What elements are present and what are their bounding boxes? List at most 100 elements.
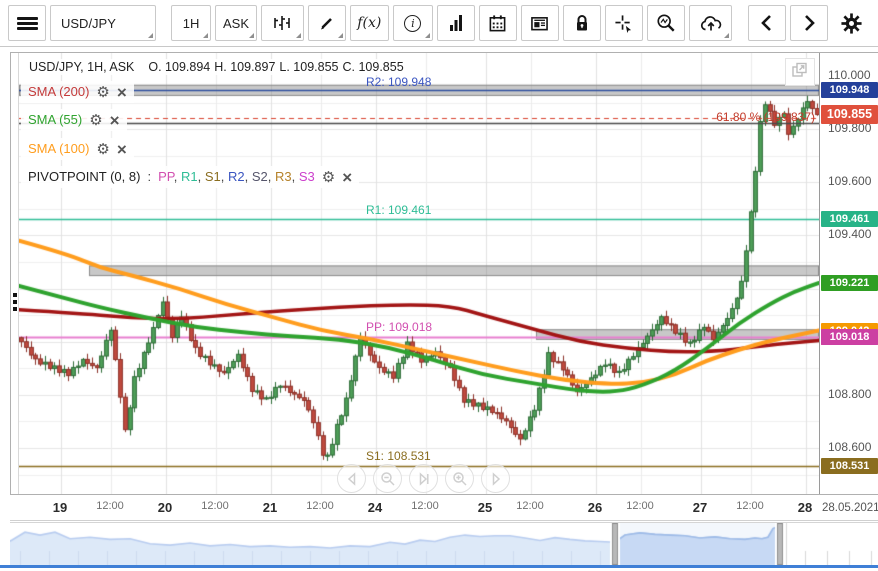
fx-label: f(x) (357, 15, 381, 31)
chart-canvas[interactable] (19, 53, 819, 494)
price-axis[interactable]: 110.000109.800109.600109.400108.800108.6… (819, 53, 878, 494)
calendar-button[interactable] (479, 5, 517, 41)
price-tick: 108.800 (828, 387, 871, 401)
magnifier-icon (656, 13, 676, 33)
zoom-in-button[interactable] (445, 464, 474, 493)
ohlc-high: H. 109.897 (214, 60, 275, 74)
legend-sma55-label: SMA (55) (28, 109, 82, 131)
level-label-fib: 61.80 % (109.837) (716, 110, 815, 124)
level-label-pp: PP: 109.018 (366, 320, 432, 334)
info-button[interactable]: i (393, 5, 433, 41)
ohlc-readout: USD/JPY, 1H, ASK O. 109.894 H. 109.897 L. 1… (25, 59, 412, 75)
volume-button[interactable] (437, 5, 475, 41)
time-tick: 25 (478, 500, 492, 515)
pan-left-button[interactable] (337, 464, 366, 493)
legend-pivot-separator: : (147, 166, 151, 188)
cloud-save-button[interactable] (689, 5, 732, 41)
indicators-button[interactable]: f(x) (350, 5, 390, 41)
navigator-canvas[interactable] (10, 523, 878, 565)
level-label-r2: R2: 109.948 (366, 75, 431, 89)
pivot-series-comma: , (221, 169, 228, 184)
pivot-series-r3: R3 (275, 169, 292, 184)
pivot-series-comma: , (268, 169, 275, 184)
gear-icon (840, 12, 863, 35)
news-icon (530, 15, 549, 32)
bottom-accent-bar (0, 565, 878, 568)
toolbar: USD/JPY 1H ASK (0, 0, 878, 47)
chart-type-button[interactable] (261, 5, 303, 41)
pivot-series-comma: , (292, 169, 299, 184)
zoom-out-button[interactable] (373, 464, 402, 493)
price-tick: 108.600 (828, 440, 871, 454)
pivot-series-s2: S2 (252, 169, 268, 184)
timeframe-label: 1H (183, 16, 200, 31)
time-tick: 20 (158, 500, 172, 515)
popout-button[interactable] (785, 58, 815, 86)
panel-drag-strip[interactable] (11, 53, 19, 494)
news-button[interactable] (521, 5, 559, 41)
hamburger-icon (17, 15, 38, 32)
price-badge: 109.221 (821, 275, 878, 291)
ohlc-context: USD/JPY, 1H, ASK (29, 60, 134, 74)
price-tick: 109.600 (828, 174, 871, 188)
close-icon[interactable]: × (117, 141, 127, 158)
ohlc-low: L. 109.855 (279, 60, 338, 74)
ohlc-open: O. 109.894 (148, 60, 210, 74)
play-right-button[interactable] (481, 464, 510, 493)
time-tick: 19 (53, 500, 67, 515)
gear-icon[interactable]: ⚙ (322, 170, 335, 185)
legend-pivot-label: PIVOTPOINT (0, 8) (28, 166, 140, 188)
close-icon[interactable]: × (110, 112, 120, 129)
gear-icon[interactable]: ⚙ (89, 113, 102, 128)
level-label-s1: S1: 108.531 (366, 449, 431, 463)
legend-pivot-series: PP, R1, S1, R2, S2, R3, S3 (158, 166, 315, 188)
legend-sma200: SMA (200) ⚙ × (21, 81, 134, 103)
price-badge: 109.018 (821, 329, 878, 345)
timeframe-select-button[interactable]: 1H (171, 5, 211, 41)
menu-button[interactable] (8, 5, 46, 41)
price-mode-label: ASK (223, 16, 249, 31)
scroll-left-button[interactable] (748, 5, 786, 41)
close-icon[interactable]: × (117, 84, 127, 101)
time-tick: 12:00 (306, 500, 334, 512)
axis-date-label: 28.05.2021 (822, 502, 878, 514)
time-axis[interactable]: 28.05.2021 1912:002012:002112:002412:002… (10, 495, 878, 521)
time-tick: 27 (693, 500, 707, 515)
symbol-select-button[interactable]: USD/JPY (50, 5, 156, 41)
legend-pivotpoint: PIVOTPOINT (0, 8) : PP, R1, S1, R2, S2, … (21, 166, 359, 188)
chevron-left-icon (760, 14, 774, 32)
time-tick: 12:00 (516, 500, 544, 512)
calendar-icon (488, 14, 507, 33)
popout-icon (791, 61, 809, 84)
chart-navigator[interactable] (10, 522, 878, 565)
pivot-series-comma: , (198, 169, 205, 184)
close-icon[interactable]: × (342, 169, 352, 186)
level-label-r1: R1: 109.461 (366, 203, 431, 217)
price-chart-plot[interactable]: USD/JPY, 1H, ASK O. 109.894 H. 109.897 L. 1… (19, 53, 819, 494)
info-icon: i (404, 15, 421, 32)
trading-terminal: USD/JPY 1H ASK (0, 0, 878, 571)
legend-sma200-label: SMA (200) (28, 81, 89, 103)
volume-bars-icon (447, 14, 465, 32)
symbol-label: USD/JPY (61, 16, 116, 31)
crosshair-button[interactable] (605, 5, 643, 41)
gear-icon[interactable]: ⚙ (96, 142, 109, 157)
draw-tools-button[interactable] (308, 5, 346, 41)
scroll-right-button[interactable] (790, 5, 828, 41)
time-tick: 28 (798, 500, 812, 515)
candlestick-icon (272, 14, 292, 32)
price-mode-select-button[interactable]: ASK (215, 5, 257, 41)
zoom-button[interactable] (647, 5, 686, 41)
lock-button[interactable] (563, 5, 601, 41)
gear-icon[interactable]: ⚙ (96, 85, 109, 100)
settings-button[interactable] (832, 5, 870, 41)
chevron-right-icon (802, 14, 816, 32)
price-badge: 108.531 (821, 458, 878, 474)
skip-to-end-button[interactable] (409, 464, 438, 493)
legend-sma55: SMA (55) ⚙ × (21, 109, 127, 131)
pencil-icon (318, 14, 336, 32)
legend-sma100-label: SMA (100) (28, 138, 89, 160)
pivot-series-comma: , (174, 169, 181, 184)
pivot-series-s1: S1 (205, 169, 221, 184)
pivot-series-comma: , (245, 169, 252, 184)
